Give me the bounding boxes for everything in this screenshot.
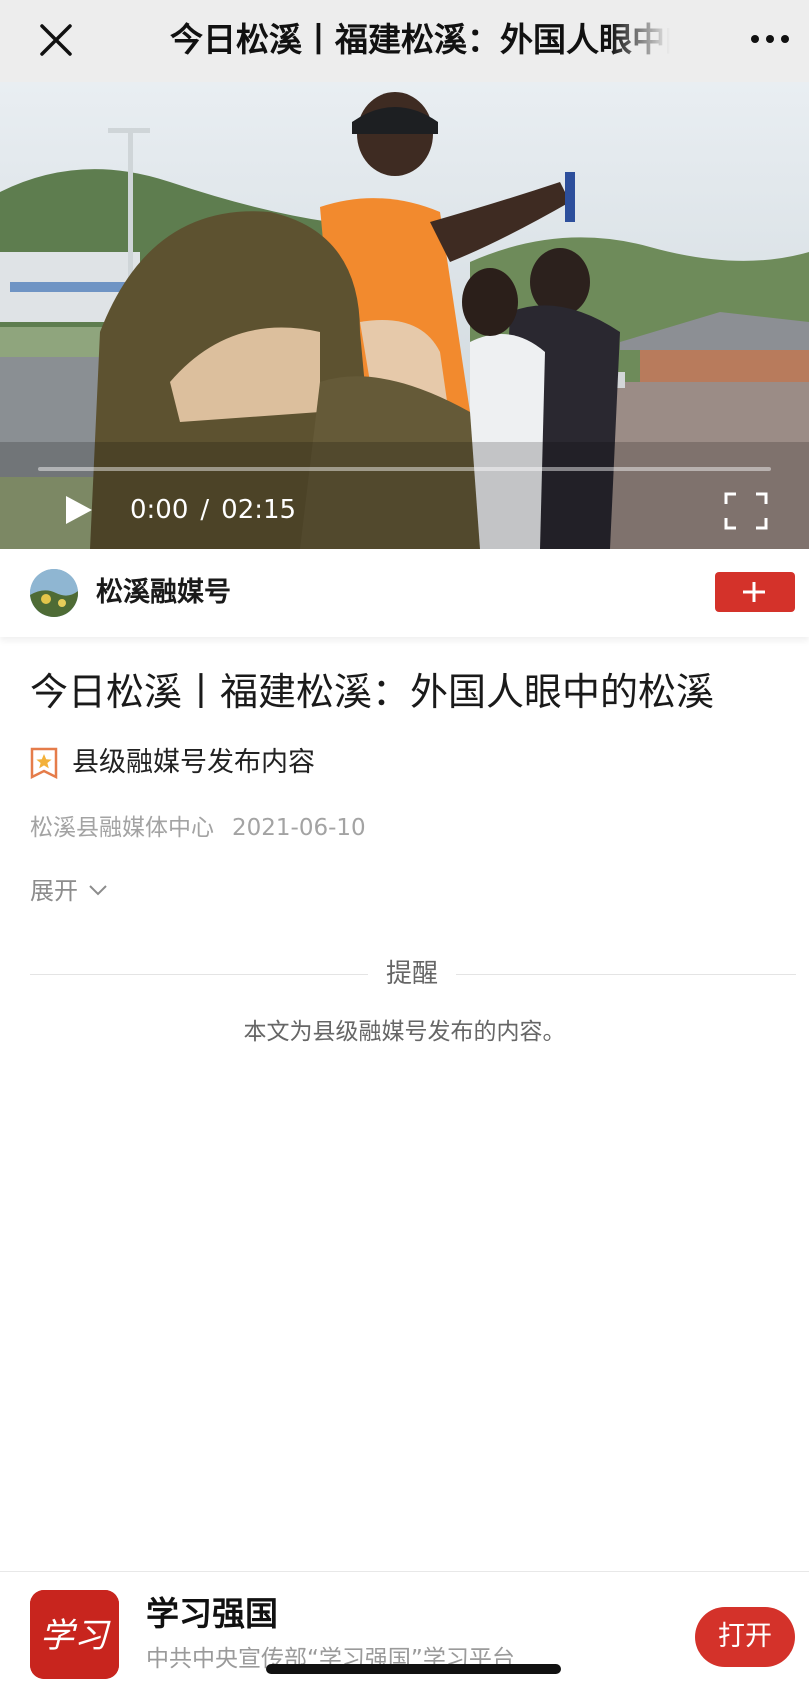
article-title: 今日松溪丨福建松溪：外国人眼中的松溪 bbox=[30, 670, 715, 714]
expand-label: 展开 bbox=[30, 877, 78, 905]
close-button[interactable] bbox=[30, 14, 82, 66]
article-source: 松溪县融媒体中心 bbox=[30, 815, 214, 841]
chevron-down-icon bbox=[89, 885, 107, 896]
avatar[interactable] bbox=[30, 569, 78, 617]
page-title: 今日松溪丨福建松溪：外国人眼中的松溪 bbox=[170, 20, 670, 59]
reminder-text: 本文为县级融媒号发布的内容。 bbox=[243, 1019, 566, 1045]
close-icon bbox=[40, 24, 72, 56]
author-name[interactable]: 松溪融媒号 bbox=[96, 571, 231, 615]
svg-text:学习: 学习 bbox=[40, 1616, 111, 1656]
article-date: 2021-06-10 bbox=[232, 815, 366, 841]
play-icon bbox=[66, 496, 92, 524]
duration: 02:15 bbox=[221, 495, 297, 525]
video-player[interactable]: 0:00 / 02:15 bbox=[0, 82, 809, 549]
play-button[interactable] bbox=[60, 492, 96, 528]
fullscreen-icon bbox=[724, 492, 768, 530]
follow-button[interactable] bbox=[715, 572, 795, 612]
app-name: 学习强国 bbox=[146, 1594, 278, 1633]
app-logo: 学习 bbox=[30, 1590, 119, 1679]
more-button[interactable] bbox=[748, 24, 792, 54]
tag-label: 县级融媒号发布内容 bbox=[72, 747, 315, 778]
video-frame-image bbox=[0, 82, 809, 549]
bookmark-star-icon bbox=[30, 747, 58, 779]
divider-left bbox=[30, 974, 368, 975]
top-nav-bar: 今日松溪丨福建松溪：外国人眼中的松溪 bbox=[0, 0, 809, 82]
plus-icon bbox=[743, 582, 765, 602]
current-time: 0:00 bbox=[130, 495, 189, 525]
open-app-button[interactable]: 打开 bbox=[695, 1607, 795, 1667]
article-meta: 松溪县融媒体中心 2021-06-10 bbox=[30, 810, 366, 846]
video-time: 0:00 / 02:15 bbox=[130, 491, 296, 529]
video-progress-bar[interactable] bbox=[38, 467, 771, 471]
divider-right bbox=[456, 974, 796, 975]
reminder-title: 提醒 bbox=[385, 959, 438, 989]
fullscreen-button[interactable] bbox=[724, 492, 768, 530]
author-bar: 松溪融媒号 bbox=[0, 549, 809, 637]
more-icon bbox=[751, 35, 789, 43]
home-indicator bbox=[266, 1664, 561, 1674]
expand-button[interactable]: 展开 bbox=[30, 871, 107, 911]
time-separator: / bbox=[200, 495, 210, 525]
